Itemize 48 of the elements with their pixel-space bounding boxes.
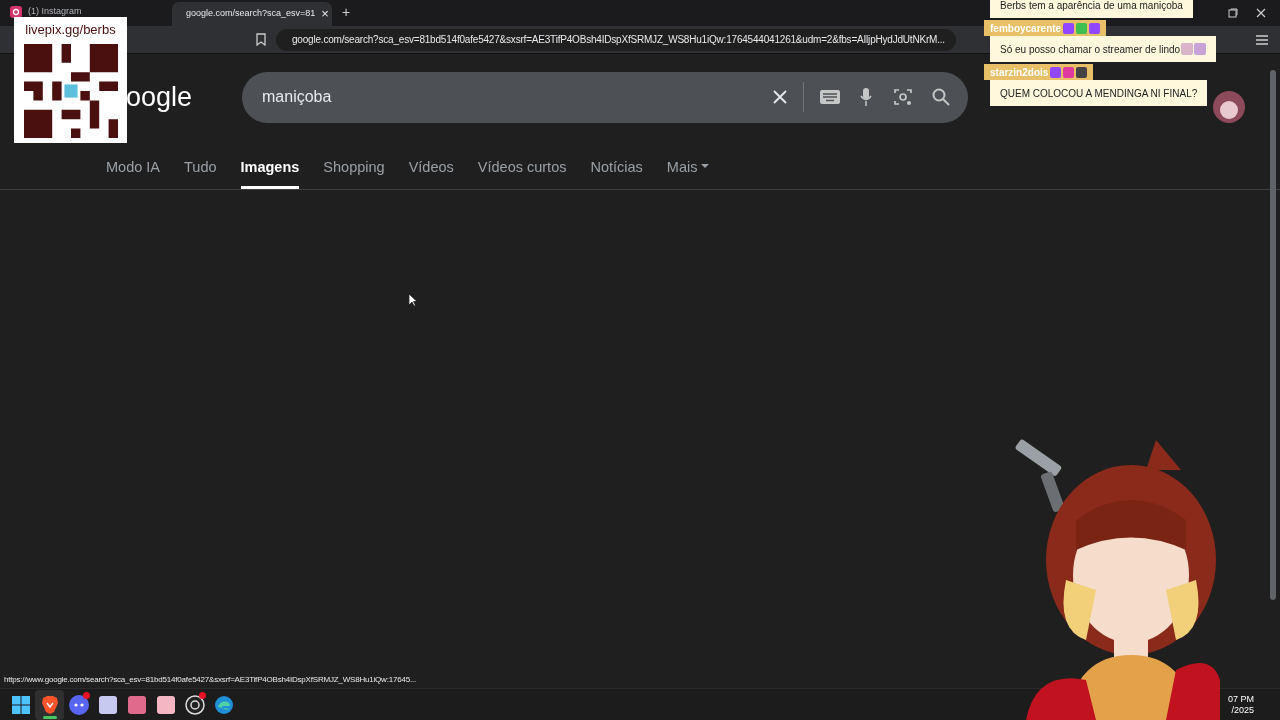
- tab-title: google.com/search?sca_esv=81: [186, 7, 316, 21]
- taskbar-button[interactable]: [35, 689, 64, 720]
- menu-icon[interactable]: [1256, 34, 1268, 45]
- search-field[interactable]: maniçoba: [242, 71, 968, 123]
- chat-bubble-icon: [68, 694, 89, 715]
- camera-icon[interactable]: [894, 88, 912, 106]
- clock-date: /2025: [1231, 704, 1254, 716]
- search-query: maniçoba: [262, 87, 332, 107]
- ring-icon: [184, 694, 205, 715]
- keyboard-icon[interactable]: [820, 90, 840, 104]
- browser-tab[interactable]: (1) Instagram: [8, 6, 168, 18]
- url-text: google.com/search?sca_esv=81bd514f0afe5427&sxsrf=AE3TifP4OBsh4IDspXfSRMJZ_WS8Hu1iQw:1764544041261&udm=2&fbs=AIljpHydJdUtNKrM...: [292, 33, 945, 47]
- search-tab[interactable]: Vídeos curtos: [477, 147, 567, 189]
- active-indicator: [42, 715, 57, 719]
- microphone-icon[interactable]: [860, 88, 872, 106]
- avatar-icon: [1212, 90, 1246, 124]
- cursor-icon: [409, 294, 417, 307]
- search-tab[interactable]: Modo IA: [106, 147, 160, 189]
- chat-text: QUEM COLOCOU A MENDINGA NI FINAL?: [1000, 86, 1198, 101]
- google-logo[interactable]: oogle: [126, 76, 242, 118]
- tab-title: (1) Instagram: [28, 5, 82, 19]
- chat-username: femboycarente: [990, 21, 1062, 36]
- search-tab[interactable]: Notícias: [590, 147, 643, 189]
- chat-text: Só eu posso chamar o streamer de lindo: [1000, 42, 1181, 57]
- chat-username: starzin2dois: [990, 65, 1049, 80]
- wave-icon: [213, 694, 234, 715]
- bookmark-icon[interactable]: [256, 33, 266, 46]
- close-tab-button[interactable]: ×: [321, 4, 329, 24]
- scrollbar[interactable]: [1270, 70, 1276, 600]
- browser-tab[interactable]: google.com/search?sca_esv=81 ×: [172, 2, 332, 26]
- new-tab-button[interactable]: +: [336, 0, 356, 24]
- search-tab[interactable]: Mais: [666, 147, 710, 189]
- clear-icon[interactable]: [773, 90, 787, 104]
- restore-icon[interactable]: [1228, 8, 1238, 18]
- search-tab[interactable]: Tudo: [184, 147, 217, 189]
- chat-text: Berbs tem a aparência de uma maniçoba: [1000, 0, 1183, 13]
- close-icon[interactable]: [1256, 8, 1266, 18]
- search-tab[interactable]: Imagens: [240, 147, 300, 189]
- address-field[interactable]: google.com/search?sca_esv=81bd514f0afe5427&sxsrf=AE3TifP4OBsh4IDspXfSRMJZ_WS8Hu1iQw:1764544041261&udm=2&fbs=AIljpHydJdUtNKrM...: [276, 28, 956, 51]
- status-url: https://www.google.com/search?sca_esv=81bd514f0afe5427&sxsrf=AE3TifP4OBsh4IDspXfSRMJZ_WS8Hu1iQw:17645...: [4, 674, 417, 686]
- notification-badge: [83, 691, 90, 699]
- search-icon[interactable]: [932, 88, 950, 106]
- notification-badge: [199, 691, 206, 699]
- qr-code-icon: [23, 43, 118, 138]
- windows-icon: [11, 695, 30, 714]
- search-tab[interactable]: Vídeos: [408, 147, 454, 189]
- clock-time: 07 PM: [1228, 693, 1254, 705]
- search-tab[interactable]: Shopping: [323, 147, 385, 189]
